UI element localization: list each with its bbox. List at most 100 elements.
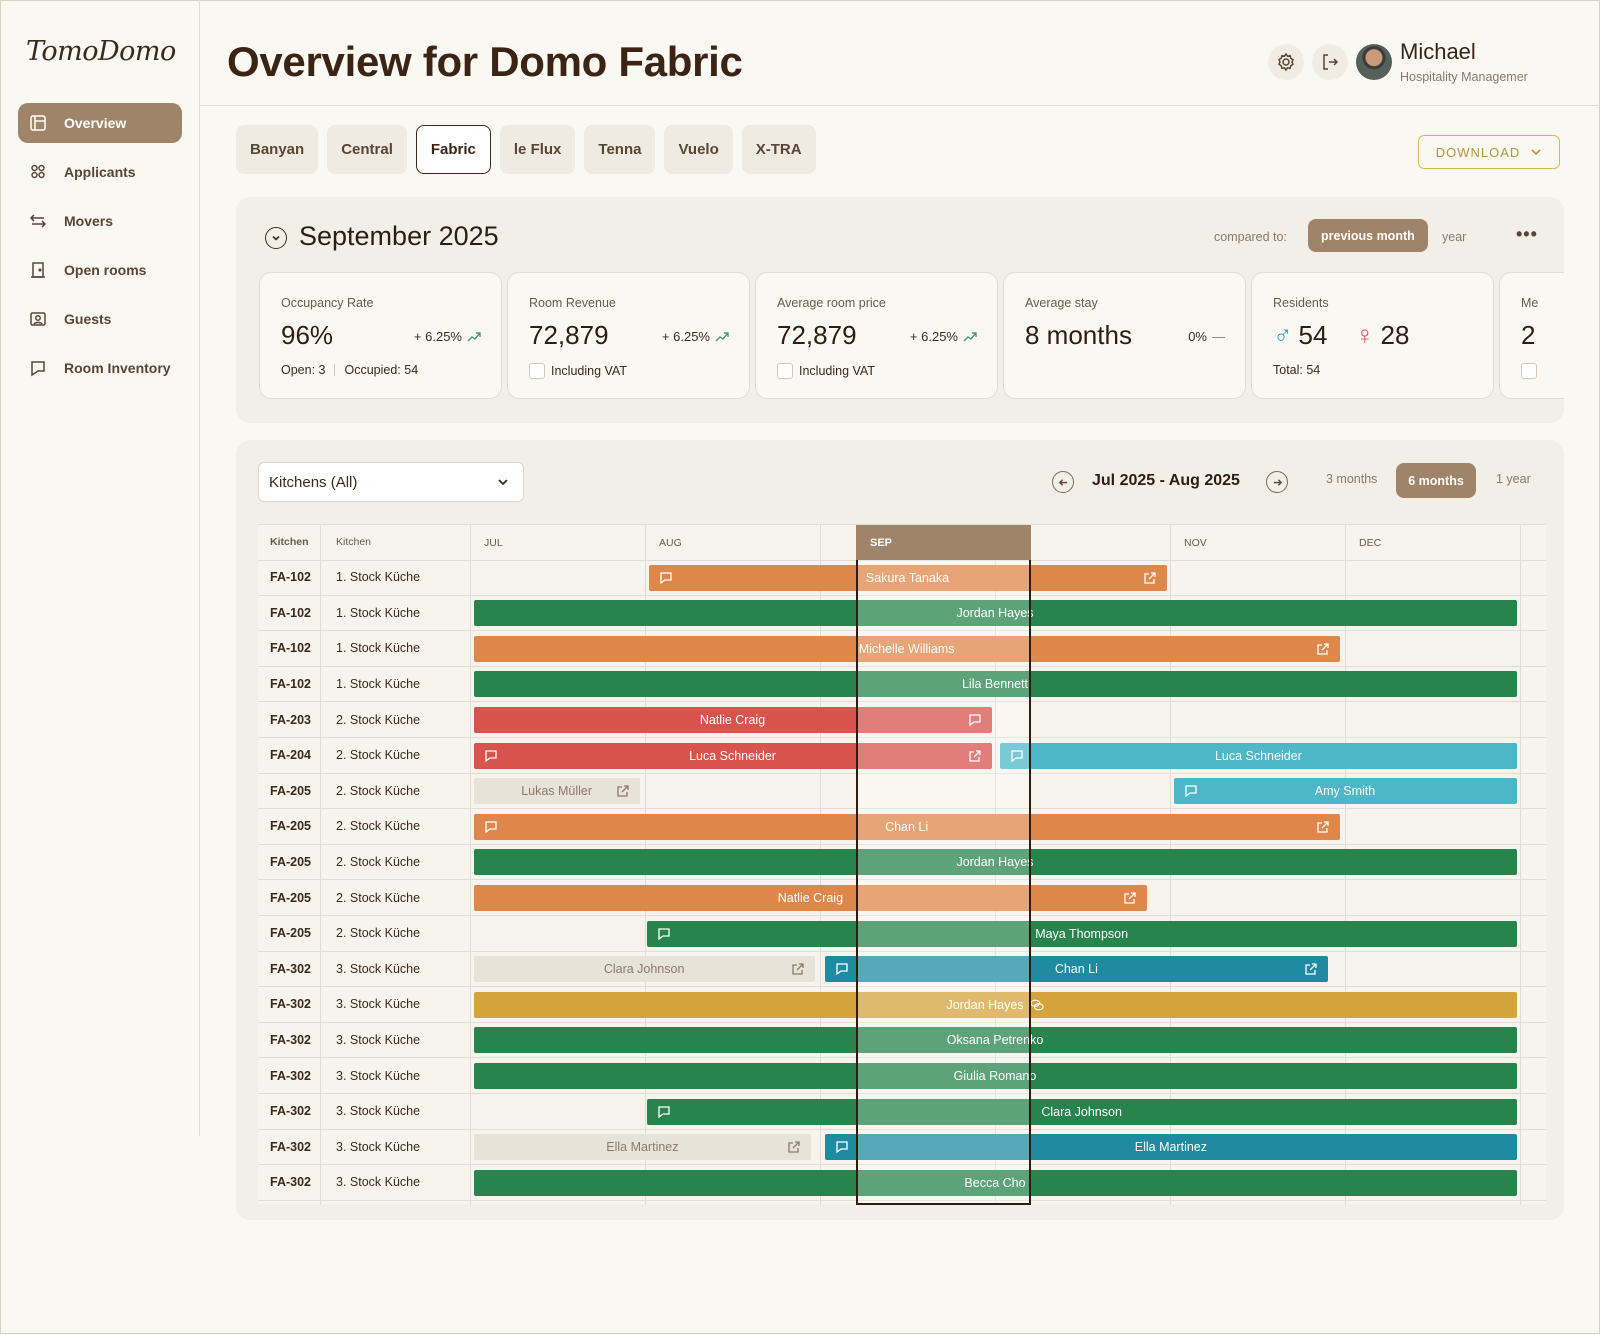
partial-checkbox[interactable] bbox=[1521, 363, 1537, 379]
range-next-button[interactable] bbox=[1266, 471, 1288, 493]
card-value: 72,879 bbox=[529, 320, 609, 350]
kitchen-id-cell: FA-102 bbox=[270, 605, 311, 620]
booking-guest-name: Giulia Romano bbox=[953, 1068, 1037, 1083]
chat-icon[interactable] bbox=[1029, 998, 1044, 1012]
kitchen-id-cell: FA-205 bbox=[270, 783, 311, 798]
external-link-icon[interactable] bbox=[1123, 891, 1137, 905]
sidebar-item-open-rooms[interactable]: Open rooms bbox=[18, 250, 182, 290]
card-value: 2 bbox=[1521, 320, 1536, 350]
vat-checkbox[interactable] bbox=[777, 363, 793, 379]
booking-bar[interactable]: Ella Martinez bbox=[473, 1134, 812, 1161]
booking-bar[interactable]: Clara Johnson bbox=[473, 956, 815, 983]
sidebar-item-room-inventory[interactable]: Room Inventory bbox=[18, 348, 182, 388]
tab-x-tra[interactable]: X-TRA bbox=[741, 125, 816, 174]
booking-bar[interactable]: Jordan Hayes bbox=[473, 600, 1517, 627]
move-in-flag-icon[interactable] bbox=[1184, 784, 1198, 798]
booking-bar[interactable]: Natlie Craig bbox=[473, 884, 1148, 911]
card-sub: Open: 3 Occupied: 54 bbox=[281, 363, 418, 377]
gear-icon bbox=[1278, 52, 1294, 72]
booking-bar[interactable]: Clara Johnson bbox=[646, 1098, 1517, 1125]
booking-guest-name: Maya Thompson bbox=[1035, 926, 1129, 941]
tab-le-flux[interactable]: le Flux bbox=[499, 125, 576, 174]
move-in-flag-icon[interactable] bbox=[657, 927, 671, 941]
move-in-flag-icon[interactable] bbox=[484, 749, 498, 763]
external-link-icon[interactable] bbox=[1316, 820, 1330, 834]
month-header-nov: NOV bbox=[1184, 536, 1207, 549]
move-in-flag-icon[interactable] bbox=[835, 962, 849, 976]
booking-bar[interactable]: Luca Schneider bbox=[1000, 742, 1517, 769]
move-out-flag-icon[interactable] bbox=[968, 713, 982, 727]
card-label: Me bbox=[1521, 296, 1539, 310]
month-header-aug: AUG bbox=[659, 536, 682, 549]
vat-label: Including VAT bbox=[799, 364, 875, 378]
tab-central[interactable]: Central bbox=[327, 125, 407, 174]
kitchen-name-cell: 2. Stock Küche bbox=[336, 783, 421, 798]
sidebar-item-overview[interactable]: Overview bbox=[18, 103, 182, 143]
booking-bar[interactable]: Natlie Craig bbox=[473, 706, 992, 733]
more-options-button[interactable]: ••• bbox=[1516, 224, 1538, 245]
booking-guest-name: Michelle Williams bbox=[858, 641, 955, 656]
move-in-flag-icon[interactable] bbox=[1010, 749, 1024, 763]
compare-year-button[interactable]: year bbox=[1442, 230, 1466, 244]
booking-bar[interactable]: Lila Bennett bbox=[473, 671, 1517, 698]
sidebar-item-movers[interactable]: Movers bbox=[18, 201, 182, 241]
tab-banyan[interactable]: Banyan bbox=[236, 125, 319, 174]
external-link-icon[interactable] bbox=[787, 1140, 801, 1154]
move-in-flag-icon[interactable] bbox=[835, 1140, 849, 1154]
kitchen-filter-value: Kitchens (All) bbox=[269, 473, 358, 491]
booking-guest-name: Luca Schneider bbox=[1214, 748, 1302, 763]
booking-bar[interactable]: Giulia Romano bbox=[473, 1062, 1517, 1089]
move-in-flag-icon[interactable] bbox=[657, 1105, 671, 1119]
booking-bar[interactable]: Sakura Tanaka bbox=[648, 564, 1167, 591]
vat-checkbox[interactable] bbox=[529, 363, 545, 379]
booking-bar[interactable]: Chan Li bbox=[825, 956, 1328, 983]
booking-bar[interactable]: Maya Thompson bbox=[646, 920, 1517, 947]
logout-button[interactable] bbox=[1312, 44, 1348, 80]
booking-bar[interactable]: Chan Li bbox=[473, 813, 1340, 840]
booking-guest-name: Luca Schneider bbox=[689, 748, 776, 763]
booking-bar[interactable]: Lukas Müller bbox=[473, 778, 640, 805]
booking-bar[interactable]: Oksana Petrenko bbox=[473, 1027, 1517, 1054]
external-link-icon[interactable] bbox=[791, 962, 805, 976]
external-link-icon[interactable] bbox=[1143, 571, 1157, 585]
external-link-icon[interactable] bbox=[616, 784, 630, 798]
sidebar-item-guests[interactable]: Guests bbox=[18, 299, 182, 339]
external-link-icon[interactable] bbox=[968, 749, 982, 763]
external-link-icon[interactable] bbox=[1304, 962, 1318, 976]
kitchen-name-cell: 2. Stock Küche bbox=[336, 748, 421, 763]
download-button[interactable]: DOWNLOAD bbox=[1418, 135, 1560, 169]
period-3-months[interactable]: 3 months bbox=[1326, 472, 1377, 486]
period-1-year[interactable]: 1 year bbox=[1496, 472, 1531, 486]
booking-bar[interactable]: Becca Cho bbox=[473, 1169, 1517, 1196]
kitchen-filter-select[interactable]: Kitchens (All) bbox=[258, 462, 524, 502]
booking-bar[interactable]: Amy Smith bbox=[1173, 778, 1517, 805]
tab-vuelo[interactable]: Vuelo bbox=[664, 125, 733, 174]
move-in-flag-icon[interactable] bbox=[484, 820, 498, 834]
avatar[interactable] bbox=[1356, 44, 1392, 80]
move-in-flag-icon[interactable] bbox=[659, 571, 673, 585]
external-link-icon[interactable] bbox=[1316, 642, 1330, 656]
booking-guest-name: Jordan Hayes bbox=[946, 997, 1024, 1012]
booking-bar[interactable]: Ella Martinez bbox=[825, 1134, 1517, 1161]
vat-label: Including VAT bbox=[551, 364, 627, 378]
sidebar-item-applicants[interactable]: Applicants bbox=[18, 152, 182, 192]
partial-card: Me 2 bbox=[1499, 272, 1564, 399]
settings-button[interactable] bbox=[1268, 44, 1304, 80]
card-delta: + 6.25% bbox=[662, 329, 729, 344]
booking-bar[interactable]: Jordan Hayes bbox=[473, 991, 1517, 1018]
period-6-months[interactable]: 6 months bbox=[1396, 463, 1476, 498]
kitchen-id-cell: FA-302 bbox=[270, 1033, 311, 1048]
card-sub bbox=[1521, 363, 1543, 379]
booking-bar[interactable]: Michelle Williams bbox=[473, 635, 1340, 662]
collapse-toggle[interactable] bbox=[265, 227, 287, 249]
booking-bar[interactable]: Luca Schneider bbox=[473, 742, 992, 769]
users-icon bbox=[28, 162, 48, 182]
user-name: Michael bbox=[1400, 39, 1476, 64]
booking-bar[interactable]: Jordan Hayes bbox=[473, 849, 1517, 876]
male-icon: ♂ bbox=[1273, 320, 1293, 350]
tab-tenna[interactable]: Tenna bbox=[584, 125, 656, 174]
compare-previous-month-button[interactable]: previous month bbox=[1308, 219, 1428, 252]
range-prev-button[interactable] bbox=[1052, 471, 1074, 493]
tab-fabric[interactable]: Fabric bbox=[415, 125, 491, 174]
compared-label: compared to: bbox=[1214, 230, 1287, 244]
